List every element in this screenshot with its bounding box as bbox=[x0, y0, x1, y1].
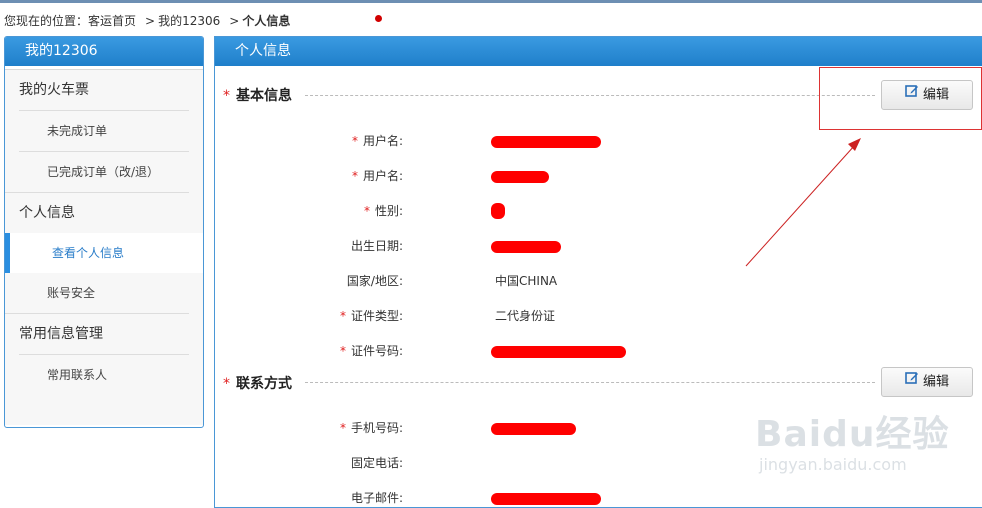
field-row-id-number: * 证件号码: bbox=[215, 341, 815, 361]
field-value-country: 中国CHINA bbox=[495, 274, 558, 288]
breadcrumb-home-link[interactable]: 客运首页 bbox=[88, 14, 136, 28]
field-label: 证件类型: bbox=[350, 309, 403, 323]
field-label: 性别: bbox=[374, 204, 403, 218]
watermark-logo: Baidu经验 bbox=[755, 414, 950, 455]
redacted-value bbox=[491, 241, 561, 253]
sidebar-menu: 我的火车票 未完成订单 已完成订单（改/退） 个人信息 查看个人信息 账号安全 … bbox=[5, 69, 203, 425]
field-label: 固定电话: bbox=[350, 456, 403, 470]
field-label: 国家/地区: bbox=[346, 274, 403, 288]
redacted-value bbox=[491, 423, 576, 435]
breadcrumb-current: 个人信息 bbox=[242, 14, 291, 28]
baidu-jingyan-watermark: Baidu经验 jingyan.baidu.com bbox=[755, 405, 980, 495]
sidebar-item-account-security[interactable]: 账号安全 bbox=[19, 273, 189, 313]
watermark-url: jingyan.baidu.com bbox=[759, 455, 907, 474]
sidebar-title: 我的12306 bbox=[5, 37, 203, 66]
sidebar-item-unfinished-orders[interactable]: 未完成订单 bbox=[19, 110, 189, 151]
sidebar-group-personal-info[interactable]: 个人信息 bbox=[5, 192, 189, 233]
field-label: 用户名: bbox=[362, 134, 403, 148]
field-row-mobile: * 手机号码: bbox=[215, 418, 815, 438]
redacted-value bbox=[491, 136, 601, 148]
field-row-username: * 用户名: bbox=[215, 131, 815, 151]
sidebar-group-tickets[interactable]: 我的火车票 bbox=[5, 70, 203, 110]
edit-contact-button[interactable]: 编辑 bbox=[881, 367, 973, 397]
section-divider bbox=[305, 382, 875, 383]
section-divider bbox=[305, 95, 875, 96]
redacted-value bbox=[491, 203, 505, 219]
sidebar-group-common-info[interactable]: 常用信息管理 bbox=[5, 313, 189, 354]
breadcrumb-my12306-link[interactable]: 我的12306 bbox=[158, 14, 220, 28]
field-value-id-type: 二代身份证 bbox=[495, 309, 556, 323]
field-label: 手机号码: bbox=[350, 421, 403, 435]
sidebar-item-common-contacts[interactable]: 常用联系人 bbox=[19, 354, 189, 395]
field-row-id-type: * 证件类型: 二代身份证 bbox=[215, 306, 815, 326]
field-row-email: 电子邮件: bbox=[215, 488, 815, 508]
sidebar-item-view-personal-info[interactable]: 查看个人信息 bbox=[5, 233, 203, 273]
main-panel-title: 个人信息 bbox=[215, 37, 982, 66]
field-label: 出生日期: bbox=[350, 239, 403, 253]
sidebar: 我的12306 我的火车票 未完成订单 已完成订单（改/退） 个人信息 查看个人… bbox=[4, 36, 204, 428]
field-row-birthdate: 出生日期: bbox=[215, 236, 815, 256]
field-label: 证件号码: bbox=[350, 344, 403, 358]
redacted-value bbox=[491, 493, 601, 505]
redacted-value bbox=[491, 171, 549, 183]
edit-icon bbox=[905, 368, 919, 396]
annotation-dot bbox=[375, 15, 382, 22]
breadcrumb-prefix: 您现在的位置： bbox=[4, 14, 89, 28]
field-label: 电子邮件: bbox=[350, 491, 403, 505]
annotation-highlight-box bbox=[819, 67, 982, 130]
field-row-landline: 固定电话: bbox=[215, 453, 815, 473]
redacted-value bbox=[491, 346, 626, 358]
section-title-basic-info: * 基本信息 bbox=[223, 88, 292, 104]
top-border bbox=[0, 0, 982, 3]
breadcrumb: 您现在的位置：客运首页 > 我的12306 > 个人信息 bbox=[4, 14, 291, 28]
section-title-contact: * 联系方式 bbox=[223, 376, 292, 392]
field-row-country: 国家/地区: 中国CHINA bbox=[215, 271, 815, 291]
sidebar-item-finished-orders[interactable]: 已完成订单（改/退） bbox=[19, 151, 189, 192]
field-label: 用户名: bbox=[362, 169, 403, 183]
field-row-username-2: * 用户名: bbox=[215, 166, 815, 186]
field-row-gender: * 性别: bbox=[215, 201, 815, 221]
